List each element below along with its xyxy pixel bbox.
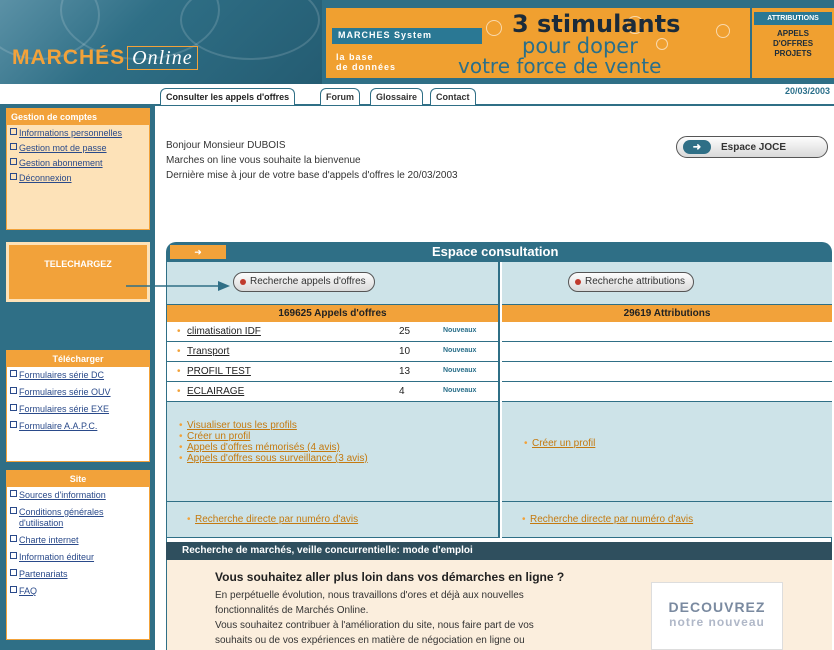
account-box: Gestion de comptes Informations personne… (6, 108, 150, 230)
profile-name[interactable]: Transport (177, 346, 230, 357)
profile-row[interactable]: Transport 10 Nouveaux (167, 342, 498, 362)
arrow-right-icon: ➜ (683, 140, 711, 154)
search-attributions-button[interactable]: Recherche attributions (568, 272, 695, 292)
logo-subtext: Online (127, 46, 198, 70)
tab-glossaire[interactable]: Glossaire (370, 88, 424, 105)
espace-grid: Recherche appels d'offres 169625 Appels … (166, 262, 832, 542)
new-badge[interactable]: Nouveaux (443, 367, 476, 374)
forms-box: Télécharger Formulaires série DC Formula… (6, 350, 150, 462)
offers-count-header: 169625 Appels d'offres (167, 304, 498, 322)
link-memorized-offers[interactable]: Appels d'offres mémorisés (4 avis) (179, 442, 498, 453)
profile-name[interactable]: climatisation IDF (177, 326, 261, 337)
promo-question: Vous souhaitez aller plus loin dans vos … (215, 570, 565, 584)
banner-base-label: la base de données (336, 52, 397, 72)
banner-system-label: MARCHES System (332, 28, 482, 44)
discover-line2: notre nouveau (669, 615, 765, 629)
arrow-right-icon: ➜ (170, 245, 226, 259)
empty-row (502, 342, 832, 362)
welcome-text: Bonjour Monsieur DUBOIS Marches on line … (166, 138, 458, 183)
account-title: Gestion de comptes (7, 109, 149, 125)
new-badge[interactable]: Nouveaux (443, 387, 476, 394)
discover-line1: DECOUVREZ (668, 599, 766, 615)
profile-count: 10 (399, 346, 411, 357)
sidebar-item-subscription[interactable]: Gestion abonnement (7, 155, 149, 170)
ad-line1: ATTRIBUTIONS (754, 12, 832, 25)
site-box: Site Sources d'information Conditions gé… (6, 470, 150, 640)
ad-line2: APPELS (776, 29, 809, 38)
banner-line3: votre force de vente (458, 54, 662, 78)
profile-count: 25 (399, 326, 411, 337)
espace-joce-label: Espace JOCE (721, 141, 787, 153)
sidebar-item-charte[interactable]: Charte internet (7, 532, 149, 549)
profile-name[interactable]: ECLAIRAGE (177, 386, 244, 397)
sidebar-item-forms-aapc[interactable]: Formulaire A.A.P.C. (7, 418, 149, 435)
site-title: Site (7, 471, 149, 487)
current-date: 20/03/2003 (784, 86, 830, 96)
empty-row (502, 322, 832, 342)
sidebar-item-forms-ouv[interactable]: Formulaires série OUV (7, 384, 149, 401)
site-logo[interactable]: MARCHÉS Online (12, 46, 198, 70)
sidebar-item-logout[interactable]: Déconnexion (7, 170, 149, 185)
profile-row[interactable]: PROFIL TEST 13 Nouveaux (167, 362, 498, 382)
new-badge[interactable]: Nouveaux (443, 347, 476, 354)
promo-section: Vous souhaitez aller plus loin dans vos … (166, 560, 832, 650)
link-view-profiles[interactable]: Visualiser tous les profils (179, 420, 498, 431)
welcome-line1: Bonjour Monsieur DUBOIS (166, 140, 286, 151)
profile-name[interactable]: PROFIL TEST (177, 366, 251, 377)
ad-line4: PROJETS (774, 49, 812, 58)
offers-column: Recherche appels d'offres 169625 Appels … (167, 262, 500, 538)
ad-line3: D'OFFRES (772, 39, 814, 48)
espace-consultation-header: ➜ Espace consultation (166, 242, 832, 262)
empty-row (502, 362, 832, 382)
tab-contact[interactable]: Contact (430, 88, 476, 105)
link-direct-search-offers[interactable]: Recherche directe par numéro d'avis (195, 514, 358, 525)
sidebar-item-password[interactable]: Gestion mot de passe (7, 140, 149, 155)
forms-title: Télécharger (7, 351, 149, 367)
link-create-profile[interactable]: Créer un profil (179, 431, 498, 442)
profile-count: 13 (399, 366, 411, 377)
search-offers-button[interactable]: Recherche appels d'offres (233, 272, 375, 292)
pointer-arrow-icon (126, 281, 230, 291)
empty-row (502, 382, 832, 402)
link-watched-offers[interactable]: Appels d'offres sous surveillance (3 avi… (179, 453, 498, 464)
new-badge[interactable]: Nouveaux (443, 327, 476, 334)
link-direct-search-attrib[interactable]: Recherche directe par numéro d'avis (530, 514, 693, 525)
espace-joce-button[interactable]: ➜ Espace JOCE (676, 136, 828, 158)
profile-count: 4 (399, 386, 405, 397)
welcome-line2: Marches on line vous souhaite la bienven… (166, 155, 361, 166)
sidebar-item-conditions[interactable]: Conditions générales d'utilisation (7, 504, 149, 532)
espace-title: Espace consultation (432, 244, 559, 259)
sidebar-item-sources[interactable]: Sources d'information (7, 487, 149, 504)
attributions-count-header: 29619 Attributions (502, 304, 832, 322)
promo-text: En perpétuelle évolution, nous travaillo… (215, 590, 534, 646)
sidebar-item-faq[interactable]: FAQ (7, 583, 149, 600)
profile-row[interactable]: climatisation IDF 25 Nouveaux (167, 322, 498, 342)
sidebar-item-editeur[interactable]: Information éditeur (7, 549, 149, 566)
tab-consulter[interactable]: Consulter les appels d'offres (160, 88, 296, 105)
logo-area: MARCHÉS Online (0, 0, 322, 84)
sidebar-item-informations[interactable]: Informations personnelles (7, 125, 149, 140)
attributions-column: Recherche attributions 29619 Attribution… (502, 262, 832, 538)
welcome-line3: Dernière mise à jour de votre base d'app… (166, 170, 458, 181)
promo-banner[interactable]: MARCHES System la base de données 3 stim… (326, 8, 750, 78)
side-ad-banner[interactable]: ATTRIBUTIONS APPELS D'OFFRES PROJETS (752, 8, 834, 78)
profile-row[interactable]: ECLAIRAGE 4 Nouveaux (167, 382, 498, 402)
sidebar: Gestion de comptes Informations personne… (0, 104, 155, 650)
mode-emploi-bar[interactable]: Recherche de marchés, veille concurrenti… (166, 542, 832, 560)
sidebar-item-partenariats[interactable]: Partenariats (7, 566, 149, 583)
tab-forum[interactable]: Forum (320, 88, 360, 105)
sidebar-item-forms-dc[interactable]: Formulaires série DC (7, 367, 149, 384)
profile-links: Visualiser tous les profils Créer un pro… (167, 402, 498, 502)
site-header: MARCHÉS Online MARCHES System la base de … (0, 0, 834, 84)
download-banner[interactable]: TELECHARGEZ (6, 242, 150, 302)
download-banner-label: TELECHARGEZ (44, 259, 112, 269)
sidebar-item-forms-exe[interactable]: Formulaires série EXE (7, 401, 149, 418)
logo-text: MARCHÉS (12, 46, 126, 69)
attrib-links: Créer un profil (502, 402, 832, 502)
link-create-profile-attrib[interactable]: Créer un profil (532, 438, 595, 449)
discover-badge[interactable]: DECOUVREZ notre nouveau (651, 582, 783, 650)
